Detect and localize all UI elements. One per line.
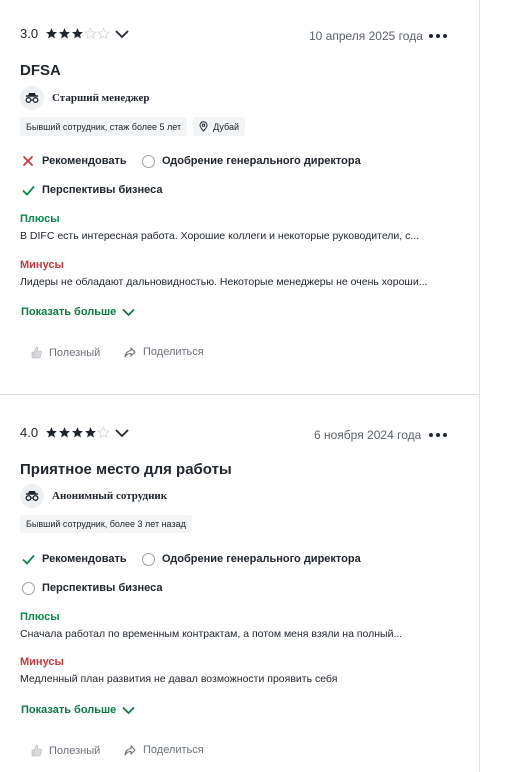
star-filled-icon [59, 28, 70, 39]
star-empty-icon [97, 27, 110, 40]
review-card: 4.0 6 ноября 2024 года Приятное место дл… [0, 396, 479, 772]
star-filled-icon [85, 427, 96, 438]
share-button[interactable]: Поделиться [124, 744, 204, 756]
circle-icon [141, 154, 155, 168]
review-card: 3.0 10 апреля 2025 года DFSA Старший мен… [0, 0, 479, 395]
star-rating [45, 426, 110, 439]
cons-heading: Минусы [20, 259, 64, 271]
show-more-button[interactable]: Показать больше [21, 306, 135, 318]
rating-summary: 3.0 [20, 26, 129, 41]
cons-text: Лидеры не обладают дальновидностью. Неко… [20, 276, 428, 288]
star-filled-icon [46, 427, 57, 438]
share-label: Поделиться [143, 744, 204, 756]
cons-heading: Минусы [20, 656, 64, 668]
pros-heading: Плюсы [20, 213, 60, 225]
location-pin-icon [199, 121, 208, 132]
star-empty-icon [84, 27, 97, 40]
employment-status-tag: Бывший сотрудник, стаж более 5 лет [20, 117, 188, 136]
business-outlook-label: Перспективы бизнеса [42, 184, 163, 196]
chevron-down-icon[interactable] [115, 428, 129, 438]
helpful-button[interactable]: Полезный [30, 744, 100, 757]
recommend-label: Рекомендовать [42, 553, 127, 565]
recommend-indicator: Рекомендовать [21, 154, 127, 168]
pros-text: В DIFC есть интересная работа. Хорошие к… [20, 230, 420, 242]
circle-icon [141, 552, 155, 566]
thumbs-up-icon [31, 346, 42, 359]
ceo-approval-indicator: Одобрение генерального директора [141, 552, 361, 566]
check-icon [21, 183, 35, 197]
star-rating [45, 27, 110, 40]
show-more-label: Показать больше [21, 306, 117, 318]
share-button[interactable]: Поделиться [124, 346, 204, 358]
review-date: 6 ноября 2024 года [314, 428, 422, 442]
rating-value: 4.0 [20, 425, 39, 440]
star-filled-icon [72, 427, 83, 438]
circle-icon [21, 581, 35, 595]
anonymous-glasses-icon [20, 86, 44, 110]
chevron-down-icon [122, 308, 135, 316]
rating-value: 3.0 [20, 26, 39, 41]
author-role-label: Старший менеджер [52, 92, 150, 104]
helpful-button[interactable]: Полезный [30, 346, 100, 359]
more-options-icon[interactable] [429, 34, 447, 38]
show-more-label: Показать больше [21, 704, 117, 716]
review-title[interactable]: DFSA [20, 62, 61, 79]
cons-text: Медленный план развития не давал возможн… [20, 673, 338, 685]
author-role: Анонимный сотрудник [20, 484, 167, 508]
chevron-down-icon [122, 706, 135, 714]
anonymous-glasses-icon [20, 484, 44, 508]
pros-heading: Плюсы [20, 611, 60, 623]
check-icon [21, 552, 35, 566]
share-arrow-icon [124, 744, 136, 756]
review-title[interactable]: Приятное место для работы [20, 461, 232, 478]
pros-text: Сначала работал по временным контрактам,… [20, 628, 403, 640]
helpful-label: Полезный [49, 346, 101, 359]
employment-status-tag: Бывший сотрудник, более 3 лет назад [20, 515, 192, 533]
business-outlook-indicator: Перспективы бизнеса [21, 581, 163, 595]
more-options-icon[interactable] [429, 433, 447, 437]
ceo-approval-label: Одобрение генерального директора [162, 553, 361, 565]
star-empty-icon [97, 426, 110, 439]
share-label: Поделиться [143, 346, 204, 358]
business-outlook-indicator: Перспективы бизнеса [21, 183, 163, 197]
business-outlook-label: Перспективы бизнеса [42, 582, 163, 594]
ceo-approval-label: Одобрение генерального директора [162, 155, 361, 167]
rating-summary: 4.0 [20, 425, 129, 440]
author-role-label: Анонимный сотрудник [52, 490, 168, 502]
star-filled-icon [59, 427, 70, 438]
location-label: Дубай [213, 121, 239, 132]
review-tags: Бывший сотрудник, стаж более 5 лет Дубай [20, 117, 245, 136]
recommend-label: Рекомендовать [42, 155, 127, 167]
location-tag: Дубай [193, 117, 245, 136]
reviews-panel: 3.0 10 апреля 2025 года DFSA Старший мен… [0, 0, 480, 772]
review-date: 10 апреля 2025 года [309, 29, 423, 43]
show-more-button[interactable]: Показать больше [21, 704, 135, 716]
star-filled-icon [46, 28, 57, 39]
chevron-down-icon[interactable] [115, 29, 129, 39]
recommend-indicator: Рекомендовать [21, 552, 127, 566]
helpful-label: Полезный [49, 744, 101, 757]
review-tags: Бывший сотрудник, более 3 лет назад [20, 515, 192, 533]
star-filled-icon [72, 28, 83, 39]
thumbs-up-icon [31, 744, 42, 757]
cross-icon [21, 154, 35, 168]
ceo-approval-indicator: Одобрение генерального директора [141, 154, 361, 168]
author-role: Старший менеджер [20, 86, 150, 110]
share-arrow-icon [124, 346, 136, 358]
